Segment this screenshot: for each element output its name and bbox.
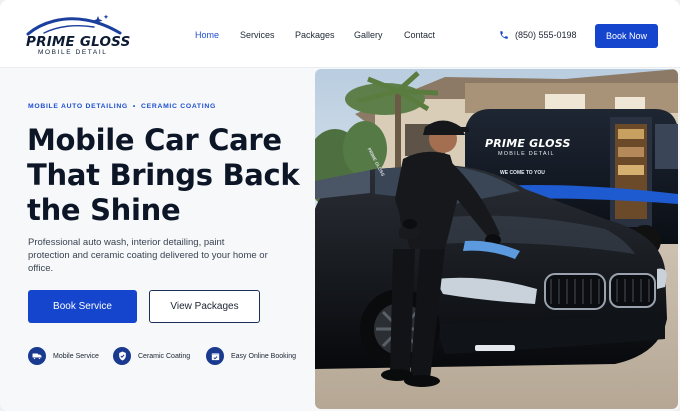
feature-ceramic-coating: Ceramic Coating — [113, 347, 190, 365]
brand-logo[interactable]: PRIME GLOSS MOBILE DETAIL — [24, 14, 130, 56]
hero-description: Professional auto wash, interior detaili… — [28, 237, 268, 274]
view-packages-button[interactable]: View Packages — [149, 290, 260, 323]
hero-photo: PRIME GLOSS MOBILE DETAIL WE COME TO YOU… — [315, 69, 678, 409]
phone-number: (850) 555-0198 — [515, 30, 577, 40]
eyebrow-left: MOBILE AUTO DETAILING — [28, 103, 128, 110]
headline-line: the Shine — [27, 193, 181, 227]
book-service-button[interactable]: Book Service — [28, 290, 137, 323]
eyebrow-separator: • — [132, 103, 137, 110]
phone-icon — [499, 30, 509, 40]
feature-label: Mobile Service — [53, 352, 99, 360]
hero-headline: Mobile Car Care That Brings Back the Shi… — [27, 123, 307, 228]
shield-icon — [113, 347, 131, 365]
book-now-button[interactable]: Book Now — [595, 24, 658, 48]
van-icon — [28, 347, 46, 365]
eyebrow-right: CERAMIC COATING — [141, 103, 216, 110]
van-slogan-text: WE COME TO YOU — [500, 170, 545, 176]
brand-tagline: MOBILE DETAIL — [38, 49, 108, 56]
feature-label: Easy Online Booking — [231, 352, 296, 360]
detailing-photo-illustration — [315, 69, 678, 409]
page: PRIME GLOSS MOBILE DETAIL Home Services … — [0, 0, 680, 411]
feature-online-booking: Easy Online Booking — [206, 347, 296, 365]
nav-packages[interactable]: Packages — [295, 30, 335, 40]
nav-contact[interactable]: Contact — [404, 30, 435, 40]
calendar-icon — [206, 347, 224, 365]
nav-services[interactable]: Services — [240, 30, 275, 40]
nav-home[interactable]: Home — [195, 30, 219, 40]
headline-line: Mobile Car Care — [27, 123, 282, 157]
headline-line: That Brings Back — [27, 158, 300, 192]
feature-label: Ceramic Coating — [138, 352, 191, 360]
site-header: PRIME GLOSS MOBILE DETAIL Home Services … — [0, 0, 680, 68]
feature-mobile-service: Mobile Service — [28, 347, 99, 365]
phone-link[interactable]: (850) 555-0198 — [499, 30, 577, 40]
hero-eyebrow: MOBILE AUTO DETAILING • CERAMIC COATING — [28, 103, 216, 110]
nav-gallery[interactable]: Gallery — [354, 30, 383, 40]
van-tagline-text: MOBILE DETAIL — [498, 151, 555, 157]
van-brand-text: PRIME GLOSS — [485, 137, 571, 150]
brand-name: PRIME GLOSS — [26, 34, 131, 50]
